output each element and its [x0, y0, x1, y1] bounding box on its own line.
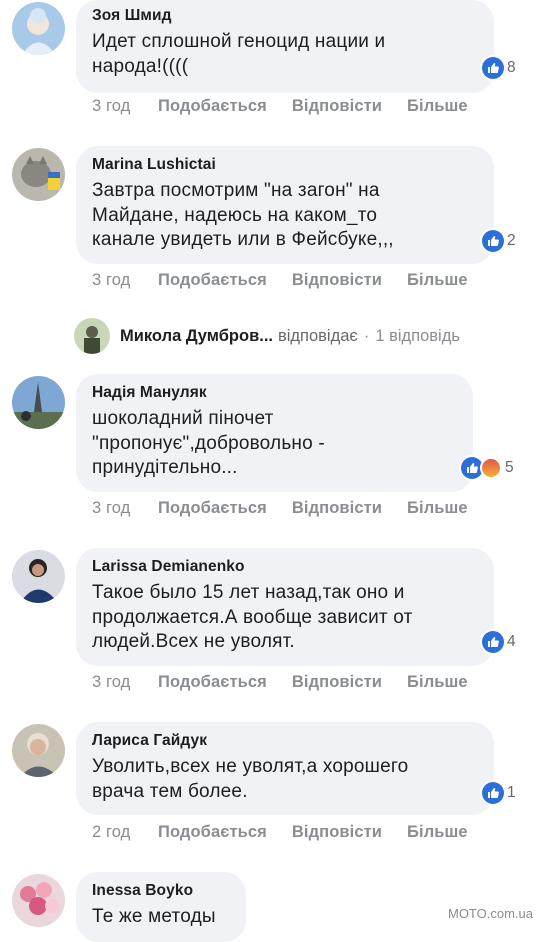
comment-author[interactable]: Надія Мануляк — [92, 374, 455, 402]
reaction-count: 4 — [507, 633, 516, 650]
reaction-count: 8 — [507, 59, 516, 76]
comment-text-line: Те же методы — [92, 906, 216, 927]
avatar[interactable] — [12, 376, 65, 429]
reaction-summary[interactable]: 8 — [480, 55, 520, 81]
more-button[interactable]: Більше — [407, 271, 468, 290]
like-button[interactable]: Подобається — [158, 673, 267, 692]
reaction-summary[interactable]: 2 — [480, 228, 520, 254]
comment-bubble: Лариса Гайдук Уволить,всех не уволят,а х… — [76, 722, 494, 815]
watermark: MOTO.com.ua — [447, 906, 533, 921]
comment-bubble: Inessa Boyko Те же методы — [76, 872, 246, 942]
comment-author[interactable]: Зоя Шмид — [92, 0, 476, 25]
comment-text-line: людей.Всех не уволят. — [92, 631, 295, 652]
like-reaction-icon — [482, 57, 504, 79]
like-reaction-icon — [482, 782, 504, 804]
more-button[interactable]: Більше — [407, 673, 468, 692]
like-reaction-icon — [482, 631, 504, 653]
comment-text-line: Майдане, надеюсь на каком_то — [92, 204, 378, 226]
comment-text-line: народа!(((( — [92, 55, 189, 77]
comment-bubble: Larissa Demianenko Такое было 15 лет наз… — [76, 548, 494, 666]
separator-dot: · — [363, 326, 370, 345]
comment-text-line: Завтра посмотрим "на загон" на — [92, 180, 380, 201]
reply-author: Микола Думбров... — [120, 326, 273, 345]
comment-actions: 3 год Подобається Відповісти Більше — [92, 673, 493, 692]
like-reaction-icon — [482, 230, 504, 252]
comment-text-line: "пропонує",добровольно - — [92, 432, 325, 454]
comment-text: Такое было 15 лет назад,так оно и продол… — [92, 581, 476, 655]
like-button[interactable]: Подобається — [158, 499, 267, 518]
comment-text-line: принудітельно... — [92, 457, 238, 478]
comment-text: Завтра посмотрим "на загон" на Майдане, … — [92, 179, 476, 253]
comment-text: Уволить,всех не уволят,а хорошего врача … — [92, 755, 476, 804]
comment-text-line: Такое было 15 лет назад,так оно и — [92, 582, 405, 603]
reaction-summary[interactable]: 5 — [459, 455, 518, 481]
comment-bubble: Зоя Шмид Идет сплошной геноцид нации и н… — [76, 0, 494, 93]
comment-timestamp[interactable]: 3 год — [92, 97, 158, 116]
reply-verb: відповідає — [278, 326, 358, 345]
reply-button[interactable]: Відповісти — [292, 97, 382, 116]
reaction-summary[interactable]: 4 — [480, 629, 520, 655]
like-button[interactable]: Подобається — [158, 97, 267, 116]
comment-bubble: Надія Мануляк шоколадний піночет "пропон… — [76, 374, 473, 492]
comment-author[interactable]: Inessa Boyko — [92, 872, 228, 900]
comment-timestamp[interactable]: 3 год — [92, 271, 158, 290]
comment-actions: 2 год Подобається Відповісти Більше — [92, 823, 493, 842]
comment-actions: 3 год Подобається Відповісти Більше — [92, 499, 493, 518]
comment-timestamp[interactable]: 3 год — [92, 673, 158, 692]
reaction-count: 1 — [507, 784, 516, 801]
more-button[interactable]: Більше — [407, 823, 468, 842]
reaction-count: 2 — [507, 232, 516, 249]
more-button[interactable]: Більше — [407, 97, 468, 116]
avatar[interactable] — [12, 2, 65, 55]
reaction-summary[interactable]: 1 — [480, 780, 520, 806]
comment-timestamp[interactable]: 3 год — [92, 499, 158, 518]
angry-reaction-icon — [480, 457, 502, 479]
comment-text: Идет сплошной геноцид нации и народа!(((… — [92, 30, 476, 79]
comment-author[interactable]: Лариса Гайдук — [92, 722, 476, 750]
comment-text-line: Уволить,всех не уволят,а хорошего — [92, 756, 409, 777]
reply-button[interactable]: Відповісти — [292, 673, 382, 692]
like-button[interactable]: Подобається — [158, 823, 267, 842]
avatar[interactable] — [12, 148, 65, 201]
comment-text-line: продолжается.А вообще зависит от — [92, 606, 413, 628]
avatar[interactable] — [12, 874, 65, 927]
comment-timestamp[interactable]: 2 год — [92, 823, 158, 842]
comment-text: шоколадний піночет "пропонує",добровольн… — [92, 407, 455, 481]
reply-count: 1 відповідь — [375, 326, 460, 345]
comment-author[interactable]: Marina Lushictai — [92, 146, 476, 174]
comment-text-line: шоколадний піночет — [92, 408, 274, 429]
reply-button[interactable]: Відповісти — [292, 823, 382, 842]
more-button[interactable]: Більше — [407, 499, 468, 518]
comment-text-line: врача тем более. — [92, 780, 248, 802]
avatar[interactable] — [12, 724, 65, 777]
comment-bubble: Marina Lushictai Завтра посмотрим "на за… — [76, 146, 494, 264]
comment-actions: 3 год Подобається Відповісти Більше — [92, 97, 493, 116]
avatar[interactable] — [12, 550, 65, 603]
comment-actions: 3 год Подобається Відповісти Більше — [92, 271, 493, 290]
like-button[interactable]: Подобається — [158, 271, 267, 290]
reply-avatar — [74, 318, 110, 354]
comment-text-line: канале увидеть или в Фейсбуке,,, — [92, 229, 394, 250]
comment-text: Те же методы — [92, 905, 228, 930]
comment-author[interactable]: Larissa Demianenko — [92, 548, 476, 576]
reaction-count: 5 — [505, 459, 514, 476]
view-replies-link[interactable]: Микола Думбров... відповідає · 1 відпові… — [74, 318, 460, 354]
reply-button[interactable]: Відповісти — [292, 271, 382, 290]
comment-text-line: Идет сплошной геноцид нации и — [92, 31, 386, 52]
reply-button[interactable]: Відповісти — [292, 499, 382, 518]
